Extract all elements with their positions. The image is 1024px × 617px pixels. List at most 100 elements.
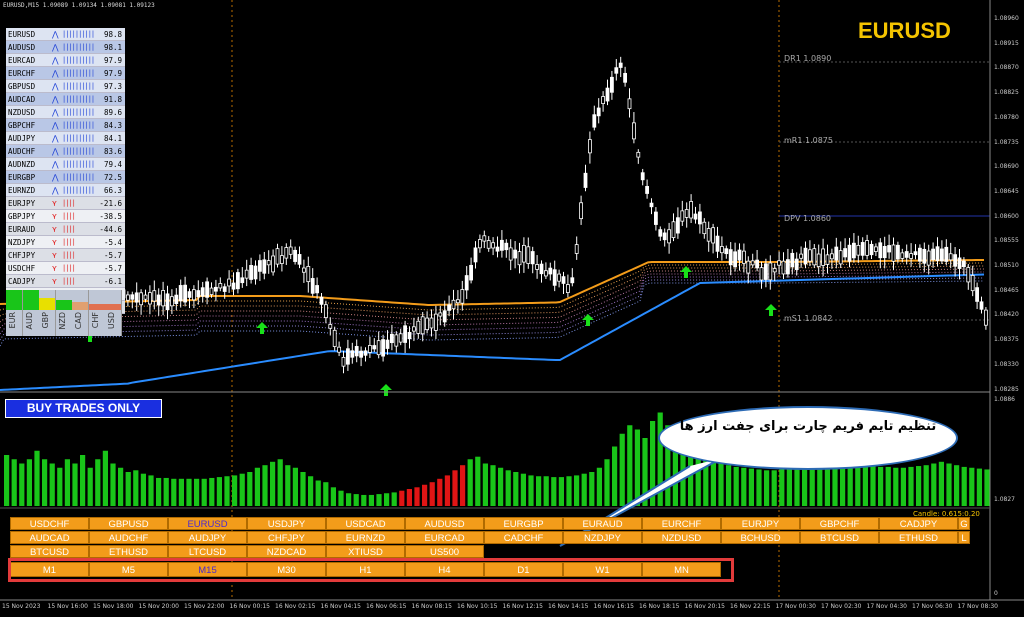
histogram-bar (748, 468, 754, 506)
histogram-bar (247, 472, 253, 506)
candle-body (715, 235, 720, 252)
candle-body (183, 284, 188, 303)
histogram-bar (232, 475, 238, 506)
pair-button-eurgbp[interactable]: EURGBP (484, 517, 563, 530)
histogram-bar (589, 472, 595, 506)
histogram-bar (786, 468, 792, 506)
up-trend-icon: ⋀ (52, 55, 59, 65)
strength-bars: |||||||||| (62, 134, 95, 142)
candle-body (200, 287, 205, 297)
strength-bars: |||| (62, 199, 76, 207)
pair-button-nzdusd[interactable]: NZDUSD (642, 531, 721, 544)
candle-body (825, 254, 830, 265)
histogram-bar (186, 478, 192, 506)
candle-body (618, 62, 623, 68)
pair-button-l[interactable]: L (958, 531, 970, 544)
pair-button-eurchf[interactable]: EURCHF (642, 517, 721, 530)
candle-body (394, 334, 399, 347)
histogram-bar (376, 494, 382, 506)
candle-body (139, 292, 144, 306)
candle-body (891, 244, 896, 262)
envelope-bands (0, 258, 985, 391)
price-tick-label: 1.08780 (994, 113, 1019, 121)
strength-value: -5.4 (103, 237, 122, 247)
pair-button-gbpchf[interactable]: GBPCHF (800, 517, 879, 530)
histogram-bar (194, 478, 200, 506)
candle-body (957, 257, 962, 269)
pair-button-btcusd[interactable]: BTCUSD (10, 545, 89, 558)
price-tick-label: 1.08600 (994, 212, 1019, 220)
histogram-bar (482, 463, 488, 506)
candle-body (147, 292, 152, 305)
candle-body (130, 294, 135, 300)
strength-value: 97.9 (103, 55, 122, 65)
histogram-bar (558, 477, 564, 506)
histogram-bar (931, 463, 937, 506)
pair-button-eurnzd[interactable]: EURNZD (326, 531, 405, 544)
down-trend-icon: ⋎ (52, 198, 57, 208)
candle-body (808, 249, 812, 262)
symbol-title: EURUSD (858, 18, 951, 43)
time-tick-label: 16 Nov 18:15 (639, 603, 680, 610)
down-trend-icon: ⋎ (52, 237, 57, 247)
candle-body (574, 244, 579, 254)
strength-row: EURCAD ⋀ |||||||||| 97.9 (6, 54, 125, 67)
pair-button-eurjpy[interactable]: EURJPY (721, 517, 800, 530)
pair-button-xtiusd[interactable]: XTIUSD (326, 545, 405, 558)
pair-button-bchusd[interactable]: BCHUSD (721, 531, 800, 544)
pair-button-euraud[interactable]: EURAUD (563, 517, 642, 530)
currency-column: AUD (22, 290, 40, 336)
strength-bars: |||||||||| (62, 95, 95, 103)
histogram-bar (612, 446, 618, 506)
candle-body (328, 324, 333, 329)
candle-body (235, 272, 240, 290)
currency-label: EUR (8, 312, 17, 329)
histogram-bar (954, 465, 960, 506)
pair-button-audcad[interactable]: AUDCAD (10, 531, 89, 544)
pair-button-audjpy[interactable]: AUDJPY (168, 531, 247, 544)
strength-bars: |||||||||| (62, 121, 95, 129)
histogram-bar (893, 467, 899, 506)
candle-body (794, 258, 799, 270)
currency-column: CAD (72, 290, 89, 336)
pair-button-audchf[interactable]: AUDCHF (89, 531, 168, 544)
pair-button-ethusd[interactable]: ETHUSD (879, 531, 958, 544)
histogram-bar (239, 473, 245, 506)
candle-body (834, 246, 839, 261)
candle-body (592, 114, 597, 128)
pair-button-nzdjpy[interactable]: NZDJPY (563, 531, 642, 544)
pair-button-usdcad[interactable]: USDCAD (326, 517, 405, 530)
time-tick-label: 16 Nov 08:15 (411, 603, 452, 610)
strength-symbol: GBPJPY (8, 211, 36, 221)
pair-button-usdjpy[interactable]: USDJPY (247, 517, 326, 530)
candle-body (944, 246, 949, 262)
up-trend-icon: ⋀ (52, 133, 59, 143)
pair-button-audusd[interactable]: AUDUSD (405, 517, 484, 530)
candle-body (843, 248, 847, 258)
candle-body (499, 239, 504, 251)
candle-body (979, 301, 984, 310)
histogram-bar (140, 473, 146, 506)
candle-body (297, 254, 302, 265)
strength-value: -5.7 (103, 263, 122, 273)
pair-button-ethusd[interactable]: ETHUSD (89, 545, 168, 558)
pair-button-g[interactable]: G (958, 517, 970, 530)
pair-button-ltcusd[interactable]: LTCUSD (168, 545, 247, 558)
candle-body (689, 201, 693, 219)
histogram-bar (34, 450, 40, 506)
pair-button-eurcad[interactable]: EURCAD (405, 531, 484, 544)
pair-button-gbpusd[interactable]: GBPUSD (89, 517, 168, 530)
pair-button-btcusd[interactable]: BTCUSD (800, 531, 879, 544)
pair-button-cadjpy[interactable]: CADJPY (879, 517, 958, 530)
candle-body (671, 221, 676, 238)
pair-button-chfjpy[interactable]: CHFJPY (247, 531, 326, 544)
histogram-bar (323, 482, 329, 506)
pair-button-us500[interactable]: US500 (405, 545, 484, 558)
pair-button-usdchf[interactable]: USDCHF (10, 517, 89, 530)
pair-button-eurusd[interactable]: EURUSD (168, 517, 247, 530)
pair-button-cadchf[interactable]: CADCHF (484, 531, 563, 544)
pair-button-nzdcad[interactable]: NZDCAD (247, 545, 326, 558)
currency-strength-bar (39, 298, 55, 310)
candle-body (566, 284, 570, 293)
candle-body (337, 346, 342, 353)
